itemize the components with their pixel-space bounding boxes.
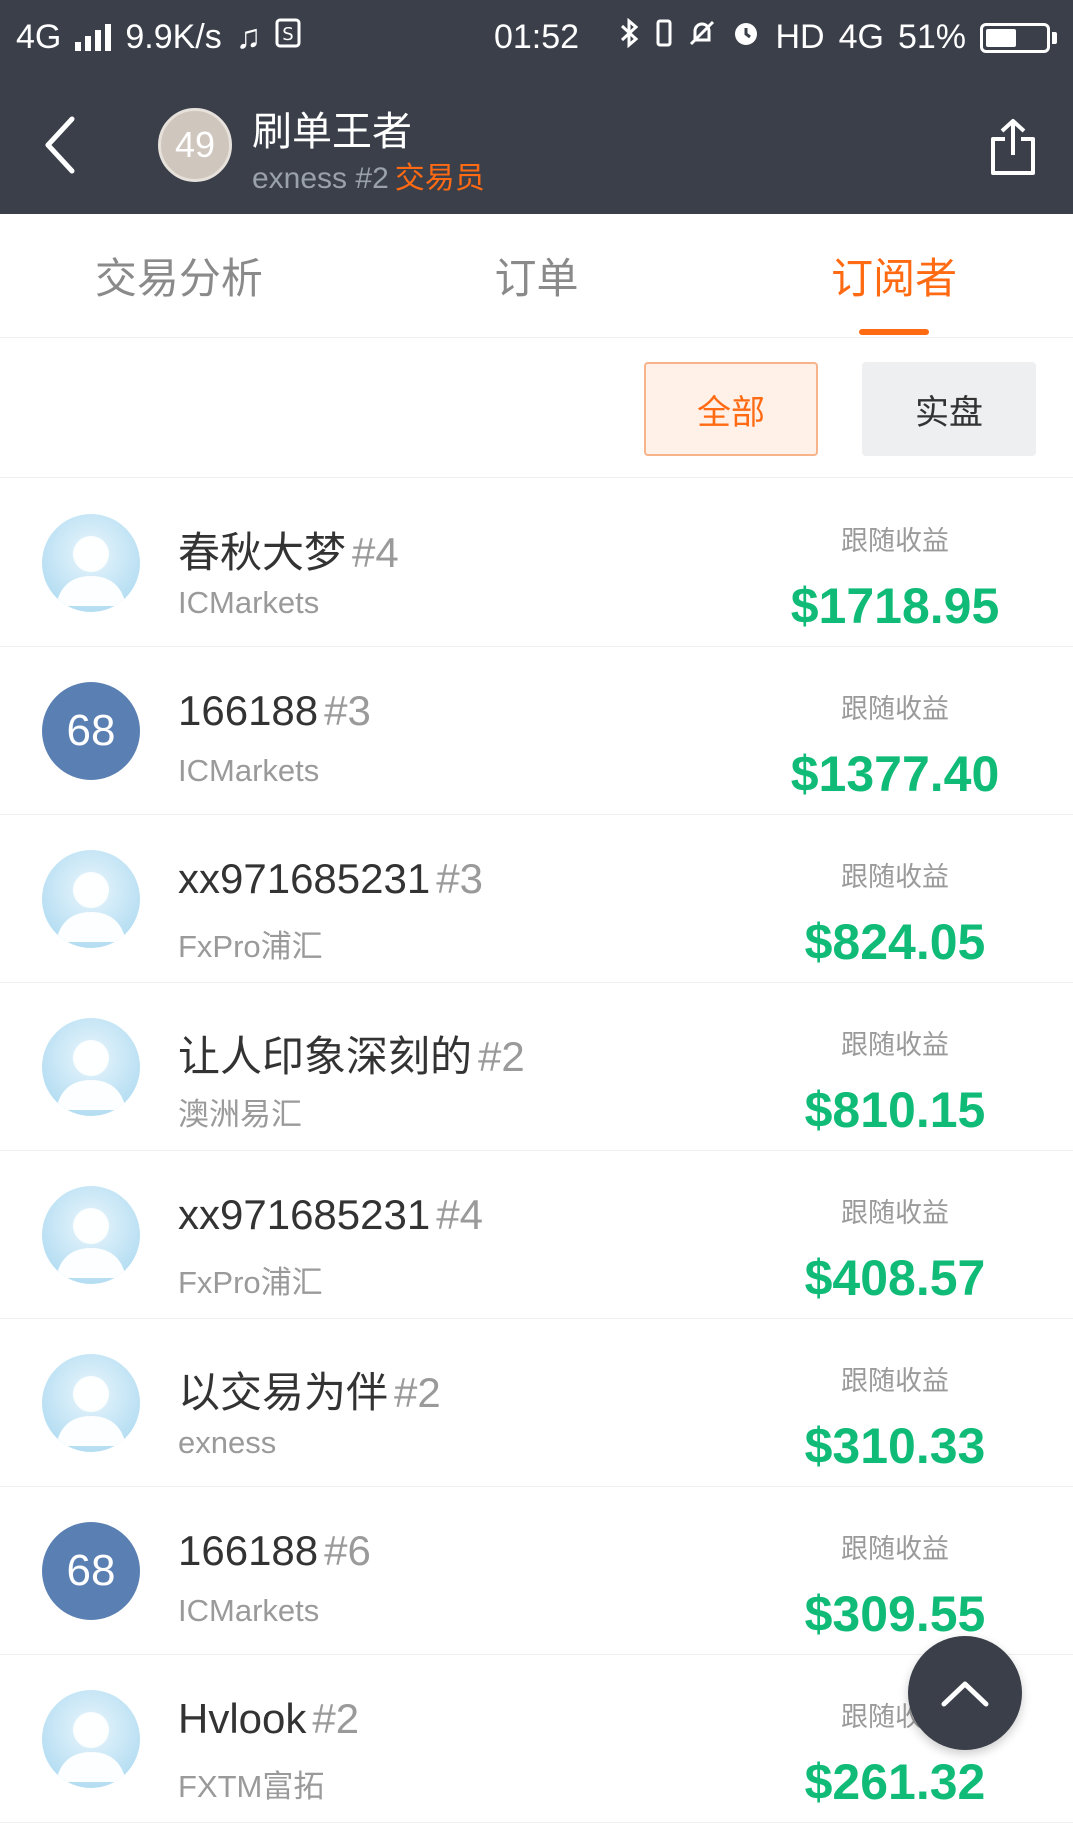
subscriber-name: 让人印象深刻的 #2 (178, 1023, 525, 1084)
scroll-top-button[interactable] (908, 1636, 1022, 1750)
chevron-up-icon (941, 1681, 989, 1707)
tab-orders[interactable]: 订单 (358, 214, 716, 337)
subscriber-name-text: xx971685231 (178, 855, 431, 902)
user-placeholder-icon (42, 514, 140, 612)
subscriber-rank: #4 (352, 529, 399, 576)
subscriber-rank: #2 (394, 1369, 441, 1416)
trader-role: 交易员 (394, 162, 485, 195)
vibrate-icon (655, 18, 673, 57)
bluetooth-icon (617, 17, 641, 57)
user-placeholder-icon (42, 1018, 140, 1116)
subscriber-name-text: Hvlook (178, 1695, 307, 1742)
profit-value: $408.57 (804, 1250, 986, 1306)
tab-subscribers[interactable]: 订阅者 (715, 214, 1073, 337)
subscriber-name: 166188 #3 (178, 687, 371, 735)
battery-percent: 51% (897, 18, 966, 56)
trader-subtitle: exness #2 交易员 (252, 153, 485, 197)
share-button[interactable] (983, 115, 1043, 179)
profit-value: $261.32 (804, 1754, 986, 1810)
profit-value: $810.15 (804, 1082, 986, 1138)
filter-all-button[interactable]: 全部 (644, 362, 818, 456)
music-icon: ♫ (235, 18, 262, 56)
alarm-icon (731, 18, 761, 57)
subscriber-broker: 澳洲易汇 (178, 1097, 302, 1132)
subscriber-name: 以交易为伴 #2 (178, 1359, 441, 1420)
status-left: 4G 9.9K/s ♫ S (16, 18, 301, 57)
subscriber-broker: FxPro浦汇 (178, 1265, 323, 1300)
page-title: 刷单王者 (252, 110, 412, 154)
list-item[interactable]: 春秋大梦 #4 ICMarkets 跟随收益 $1718.95 (0, 479, 1073, 647)
list-item[interactable]: 以交易为伴 #2 exness 跟随收益 $310.33 (0, 1319, 1073, 1487)
status-right: HD 4G 51% (617, 17, 1057, 57)
subscriber-name-text: 166188 (178, 687, 319, 734)
status-bar: 4G 9.9K/s ♫ S 01:52 HD 4G 51% (0, 0, 1073, 75)
profit-value: $310.33 (804, 1418, 986, 1474)
svg-text:S: S (283, 24, 294, 45)
profit-label: 跟随收益 (841, 862, 949, 892)
subscriber-rank: #3 (324, 687, 371, 734)
share-icon (991, 119, 1035, 175)
subscriber-name-text: 春秋大梦 (178, 529, 347, 576)
tab-bar: 交易分析 订单 订阅者 (0, 214, 1073, 338)
subscriber-broker: exness (178, 1425, 277, 1460)
subscriber-broker: FxPro浦汇 (178, 929, 323, 964)
user-placeholder-icon (42, 1354, 140, 1452)
subscriber-rank: #3 (436, 855, 483, 902)
network-right-label: 4G (838, 18, 884, 56)
subscriber-rank: #4 (436, 1191, 483, 1238)
subscriber-rank: #2 (312, 1695, 360, 1742)
hd-label: HD (775, 18, 825, 56)
level-avatar: 68 (42, 1522, 140, 1620)
profit-label: 跟随收益 (841, 1198, 949, 1228)
profit-value: $1718.95 (790, 578, 1000, 634)
user-placeholder-icon (42, 1690, 140, 1788)
network-label: 4G (16, 18, 62, 56)
subscriber-name-text: 让人印象深刻的 (178, 1033, 473, 1080)
back-button[interactable] (30, 110, 90, 180)
user-placeholder-icon (42, 1186, 140, 1284)
app-notification-icon: S (275, 18, 301, 57)
list-item[interactable]: 68 166188 #6 ICMarkets 跟随收益 $309.55 (0, 1487, 1073, 1655)
filter-live-button[interactable]: 实盘 (862, 362, 1036, 456)
profit-label: 跟随收益 (841, 526, 949, 556)
subscriber-broker: ICMarkets (178, 753, 320, 788)
subscriber-list: 春秋大梦 #4 ICMarkets 跟随收益 $1718.95 68 166188 #3 ICM… (0, 479, 1073, 1823)
signal-icon (75, 23, 112, 51)
subscriber-broker: FXTM富拓 (178, 1769, 325, 1804)
profit-value: $309.55 (804, 1586, 986, 1642)
list-item[interactable]: xx971685231 #4 FxPro浦汇 跟随收益 $408.57 (0, 1151, 1073, 1319)
profit-label: 跟随收益 (841, 1030, 949, 1060)
subscriber-name: xx971685231 #3 (178, 855, 483, 903)
mute-icon (687, 18, 717, 57)
subscriber-name: Hvlook #2 (178, 1695, 359, 1743)
list-item[interactable]: 让人印象深刻的 #2 澳洲易汇 跟随收益 $810.15 (0, 983, 1073, 1151)
profit-label: 跟随收益 (841, 1534, 949, 1564)
subscriber-name-text: xx971685231 (178, 1191, 431, 1238)
trader-account: exness #2 (252, 162, 389, 195)
subscriber-broker: ICMarkets (178, 585, 320, 620)
list-item[interactable]: 68 166188 #3 ICMarkets 跟随收益 $1377.40 (0, 647, 1073, 815)
list-item[interactable]: xx971685231 #3 FxPro浦汇 跟随收益 $824.05 (0, 815, 1073, 983)
subscriber-name-text: 166188 (178, 1527, 319, 1574)
subscriber-broker: ICMarkets (178, 1593, 320, 1628)
subscriber-name: 春秋大梦 #4 (178, 519, 399, 580)
trader-avatar[interactable]: 49 (158, 108, 232, 182)
profit-label: 跟随收益 (841, 694, 949, 724)
profit-label: 跟随收益 (841, 1366, 949, 1396)
subscriber-name: 166188 #6 (178, 1527, 371, 1575)
user-placeholder-icon (42, 850, 140, 948)
subscriber-rank: #2 (478, 1033, 525, 1080)
filter-bar: 全部 实盘 (0, 338, 1073, 478)
subscriber-rank: #6 (324, 1527, 371, 1574)
tab-trade-analysis[interactable]: 交易分析 (0, 214, 358, 337)
subscriber-name: xx971685231 #4 (178, 1191, 483, 1239)
net-speed: 9.9K/s (125, 18, 222, 56)
profit-value: $1377.40 (790, 746, 1000, 802)
subscriber-name-text: 以交易为伴 (178, 1369, 389, 1416)
app-header: 49 刷单王者 exness #2 交易员 (0, 75, 1073, 214)
chevron-left-icon (45, 116, 75, 174)
profit-value: $824.05 (804, 914, 986, 970)
battery-icon (980, 22, 1057, 53)
level-avatar: 68 (42, 682, 140, 780)
